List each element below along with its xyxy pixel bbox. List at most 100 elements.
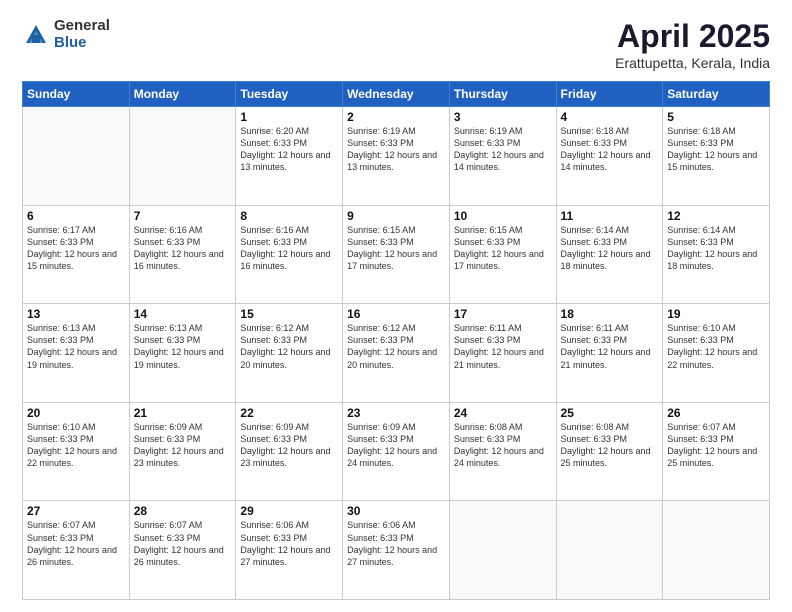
calendar-cell: 28Sunrise: 6:07 AMSunset: 6:33 PMDayligh… [129,501,236,600]
col-monday: Monday [129,82,236,107]
calendar-cell: 12Sunrise: 6:14 AMSunset: 6:33 PMDayligh… [663,205,770,304]
day-info: Sunrise: 6:16 AMSunset: 6:33 PMDaylight:… [134,224,232,273]
day-number: 4 [561,110,659,124]
day-info: Sunrise: 6:06 AMSunset: 6:33 PMDaylight:… [347,519,445,568]
day-info: Sunrise: 6:11 AMSunset: 6:33 PMDaylight:… [454,322,552,371]
day-info: Sunrise: 6:19 AMSunset: 6:33 PMDaylight:… [454,125,552,174]
day-number: 12 [667,209,765,223]
calendar-week-row-5: 27Sunrise: 6:07 AMSunset: 6:33 PMDayligh… [23,501,770,600]
calendar-cell: 13Sunrise: 6:13 AMSunset: 6:33 PMDayligh… [23,304,130,403]
calendar-cell: 9Sunrise: 6:15 AMSunset: 6:33 PMDaylight… [343,205,450,304]
day-number: 13 [27,307,125,321]
day-number: 15 [240,307,338,321]
day-number: 9 [347,209,445,223]
day-info: Sunrise: 6:09 AMSunset: 6:33 PMDaylight:… [134,421,232,470]
calendar-cell: 20Sunrise: 6:10 AMSunset: 6:33 PMDayligh… [23,402,130,501]
day-number: 25 [561,406,659,420]
calendar-cell: 27Sunrise: 6:07 AMSunset: 6:33 PMDayligh… [23,501,130,600]
day-number: 21 [134,406,232,420]
day-number: 3 [454,110,552,124]
day-info: Sunrise: 6:08 AMSunset: 6:33 PMDaylight:… [561,421,659,470]
day-info: Sunrise: 6:12 AMSunset: 6:33 PMDaylight:… [240,322,338,371]
calendar-cell [556,501,663,600]
calendar-cell: 15Sunrise: 6:12 AMSunset: 6:33 PMDayligh… [236,304,343,403]
col-tuesday: Tuesday [236,82,343,107]
header: General Blue April 2025 Erattupetta, Ker… [22,18,770,71]
day-info: Sunrise: 6:16 AMSunset: 6:33 PMDaylight:… [240,224,338,273]
calendar-cell: 26Sunrise: 6:07 AMSunset: 6:33 PMDayligh… [663,402,770,501]
calendar-cell: 6Sunrise: 6:17 AMSunset: 6:33 PMDaylight… [23,205,130,304]
day-number: 29 [240,504,338,518]
day-number: 30 [347,504,445,518]
day-number: 19 [667,307,765,321]
day-number: 1 [240,110,338,124]
day-number: 8 [240,209,338,223]
day-number: 20 [27,406,125,420]
day-number: 5 [667,110,765,124]
day-info: Sunrise: 6:06 AMSunset: 6:33 PMDaylight:… [240,519,338,568]
logo-text: General Blue [54,18,110,51]
day-number: 18 [561,307,659,321]
col-saturday: Saturday [663,82,770,107]
page: General Blue April 2025 Erattupetta, Ker… [0,0,792,612]
day-info: Sunrise: 6:07 AMSunset: 6:33 PMDaylight:… [27,519,125,568]
calendar-cell: 18Sunrise: 6:11 AMSunset: 6:33 PMDayligh… [556,304,663,403]
day-info: Sunrise: 6:15 AMSunset: 6:33 PMDaylight:… [454,224,552,273]
calendar-header-row: Sunday Monday Tuesday Wednesday Thursday… [23,82,770,107]
day-info: Sunrise: 6:08 AMSunset: 6:33 PMDaylight:… [454,421,552,470]
day-info: Sunrise: 6:07 AMSunset: 6:33 PMDaylight:… [667,421,765,470]
logo-blue-text: Blue [54,35,110,52]
calendar-week-row-2: 6Sunrise: 6:17 AMSunset: 6:33 PMDaylight… [23,205,770,304]
calendar-cell: 8Sunrise: 6:16 AMSunset: 6:33 PMDaylight… [236,205,343,304]
calendar-cell: 22Sunrise: 6:09 AMSunset: 6:33 PMDayligh… [236,402,343,501]
calendar-week-row-4: 20Sunrise: 6:10 AMSunset: 6:33 PMDayligh… [23,402,770,501]
day-number: 7 [134,209,232,223]
day-number: 26 [667,406,765,420]
calendar-cell: 23Sunrise: 6:09 AMSunset: 6:33 PMDayligh… [343,402,450,501]
day-info: Sunrise: 6:18 AMSunset: 6:33 PMDaylight:… [561,125,659,174]
calendar-cell: 10Sunrise: 6:15 AMSunset: 6:33 PMDayligh… [449,205,556,304]
day-info: Sunrise: 6:14 AMSunset: 6:33 PMDaylight:… [667,224,765,273]
calendar-cell: 29Sunrise: 6:06 AMSunset: 6:33 PMDayligh… [236,501,343,600]
calendar-title: April 2025 [615,18,770,55]
calendar-week-row-3: 13 Sunrise: 6:13 AMSunset: 6:33 PMDayligh… [23,304,770,403]
day-number: 16 [347,307,445,321]
day-info: Sunrise: 6:10 AMSunset: 6:33 PMDaylight:… [667,322,765,371]
day-number: 6 [27,209,125,223]
calendar-cell: 19Sunrise: 6:10 AMSunset: 6:33 PMDayligh… [663,304,770,403]
calendar-table: Sunday Monday Tuesday Wednesday Thursday… [22,81,770,600]
calendar-week-row-1: 1Sunrise: 6:20 AMSunset: 6:33 PMDaylight… [23,107,770,206]
day-info: Sunrise: 6:19 AMSunset: 6:33 PMDaylight:… [347,125,445,174]
day-info: Sunrise: 6:09 AMSunset: 6:33 PMDaylight:… [347,421,445,470]
day-info: Sunrise: 6:12 AMSunset: 6:33 PMDaylight:… [347,322,445,371]
calendar-cell: 17Sunrise: 6:11 AMSunset: 6:33 PMDayligh… [449,304,556,403]
calendar-cell [663,501,770,600]
day-number: 17 [454,307,552,321]
day-info: Sunrise: 6:14 AMSunset: 6:33 PMDaylight:… [561,224,659,273]
day-info: Sunrise: 6:13 AMSunset: 6:33 PMDaylight:… [134,322,232,371]
calendar-cell: 30Sunrise: 6:06 AMSunset: 6:33 PMDayligh… [343,501,450,600]
day-info: Sunrise: 6:15 AMSunset: 6:33 PMDaylight:… [347,224,445,273]
calendar-cell: 3Sunrise: 6:19 AMSunset: 6:33 PMDaylight… [449,107,556,206]
calendar-cell: 16Sunrise: 6:12 AMSunset: 6:33 PMDayligh… [343,304,450,403]
calendar-cell: 11Sunrise: 6:14 AMSunset: 6:33 PMDayligh… [556,205,663,304]
col-wednesday: Wednesday [343,82,450,107]
day-info: Sunrise: 6:18 AMSunset: 6:33 PMDaylight:… [667,125,765,174]
day-number: 22 [240,406,338,420]
calendar-cell: 21Sunrise: 6:09 AMSunset: 6:33 PMDayligh… [129,402,236,501]
calendar-cell [449,501,556,600]
calendar-cell: 1Sunrise: 6:20 AMSunset: 6:33 PMDaylight… [236,107,343,206]
day-number: 10 [454,209,552,223]
day-info: Sunrise: 6:11 AMSunset: 6:33 PMDaylight:… [561,322,659,371]
day-info: Sunrise: 6:07 AMSunset: 6:33 PMDaylight:… [134,519,232,568]
day-number: 14 [134,307,232,321]
calendar-cell: 14Sunrise: 6:13 AMSunset: 6:33 PMDayligh… [129,304,236,403]
calendar-cell: 2Sunrise: 6:19 AMSunset: 6:33 PMDaylight… [343,107,450,206]
col-thursday: Thursday [449,82,556,107]
day-number: 11 [561,209,659,223]
calendar-cell: 4Sunrise: 6:18 AMSunset: 6:33 PMDaylight… [556,107,663,206]
day-number: 23 [347,406,445,420]
day-number: 28 [134,504,232,518]
logo: General Blue [22,18,110,51]
logo-general-text: General [54,18,110,35]
